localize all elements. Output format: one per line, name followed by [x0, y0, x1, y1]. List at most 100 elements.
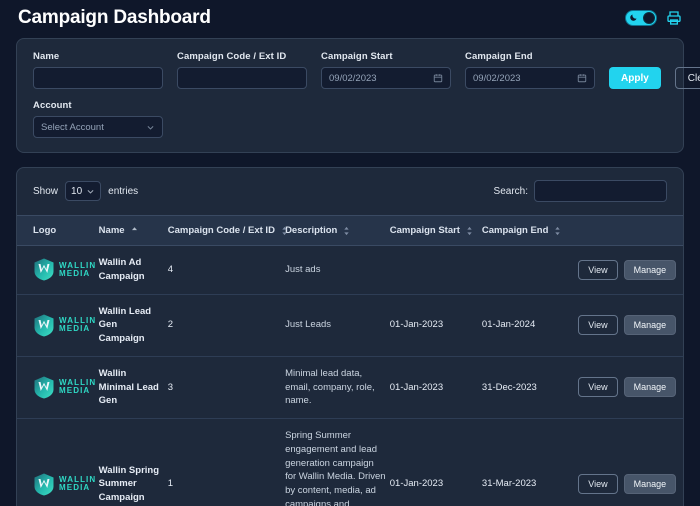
wallin-media-logo-mark [34, 314, 54, 337]
campaign-code-label: Campaign Code / Ext ID [177, 51, 287, 62]
cell-description: Just Leads [285, 294, 390, 357]
calendar-icon [433, 74, 443, 83]
logo-line-2: MEDIA [59, 483, 91, 493]
cell-description: Just ads [285, 245, 390, 295]
moon-icon [630, 14, 637, 21]
table-body: WALLIN MEDIA Wallin Ad Campaign 4 Just ads Vi… [17, 245, 683, 506]
manage-button[interactable]: Manage [623, 315, 677, 336]
sort-both-icon [467, 226, 472, 235]
table-header-row: Logo Name Campaign Code / Ext ID Descrip… [17, 215, 683, 246]
show-label: Show [33, 185, 59, 197]
manage-button[interactable]: Manage [623, 259, 677, 280]
entries-per-page-select[interactable]: 10 [65, 181, 102, 201]
sort-ascending-icon [131, 226, 137, 230]
cell-campaign-code: 4 [167, 245, 286, 295]
search-control: Search: [494, 180, 667, 202]
sort-both-icon [555, 226, 561, 235]
column-label: Campaign Code / Ext ID [167, 225, 275, 236]
campaign-start-input[interactable]: 09/02/2023 [321, 67, 451, 89]
entries-value: 10 [71, 185, 83, 197]
column-header-campaign-end[interactable]: Campaign End [481, 215, 579, 246]
cell-campaign-code: 3 [167, 356, 286, 420]
cell-campaign-code: 2 [167, 294, 286, 357]
cell-logo: WALLIN MEDIA [17, 294, 99, 357]
calendar-icon [577, 74, 587, 83]
cell-campaign-end: 31-Dec-2023 [481, 356, 579, 420]
account-select[interactable]: Select Account [33, 116, 163, 138]
cell-actions: View Manage [578, 419, 683, 506]
column-header-logo[interactable]: Logo [17, 215, 99, 246]
clear-button[interactable]: Clear [674, 67, 700, 89]
search-input[interactable] [534, 180, 667, 202]
logo-line-2: MEDIA [59, 324, 91, 334]
campaign-end-input[interactable]: 09/02/2023 [465, 67, 595, 89]
chevron-down-icon [147, 125, 154, 130]
cell-description: Minimal lead data, email, company, role,… [285, 356, 390, 420]
cell-logo: WALLIN MEDIA [17, 356, 99, 420]
field-campaign-end: Campaign End 09/02/2023 [465, 51, 595, 89]
cell-campaign-name: Wallin Lead Gen Campaign [98, 294, 168, 357]
apply-button[interactable]: Apply [609, 67, 661, 89]
cell-campaign-end [481, 245, 579, 295]
column-header-name[interactable]: Name [98, 215, 168, 246]
campaign-code-input[interactable] [177, 67, 307, 89]
table-row: WALLIN MEDIA Wallin Spring Summer Campaign… [17, 419, 683, 506]
cell-campaign-end: 01-Jan-2024 [481, 294, 579, 357]
column-label: Campaign Start [389, 225, 460, 236]
field-campaign-code: Campaign Code / Ext ID [177, 51, 307, 89]
manage-button[interactable]: Manage [623, 377, 677, 398]
column-label: Description [285, 225, 338, 236]
sort-both-icon [344, 226, 349, 235]
wallin-media-logo: WALLIN MEDIA [33, 258, 95, 281]
campaign-start-value: 09/02/2023 [329, 72, 377, 84]
cell-actions: View Manage [578, 294, 683, 357]
field-name: Name [33, 51, 163, 89]
table-row: WALLIN MEDIA Wallin Minimal Lead Gen 3 Minim… [17, 356, 683, 420]
name-label: Name [33, 51, 60, 62]
manage-button[interactable]: Manage [623, 474, 677, 495]
column-header-campaign-start[interactable]: Campaign Start [389, 215, 482, 246]
cell-campaign-name: Wallin Minimal Lead Gen [98, 356, 168, 420]
name-input[interactable] [33, 67, 163, 89]
wallin-media-logo-mark [34, 376, 54, 399]
search-label: Search: [493, 185, 528, 197]
campaigns-table-panel: Show 10 entries Search: Logo Name Campai… [16, 167, 684, 506]
column-label: Logo [33, 225, 57, 236]
view-button[interactable]: View [578, 315, 618, 336]
cell-campaign-start [389, 245, 482, 295]
column-header-description[interactable]: Description [285, 215, 390, 246]
cell-logo: WALLIN MEDIA [17, 419, 99, 506]
column-label: Name [98, 225, 125, 236]
campaign-start-label: Campaign Start [321, 51, 393, 62]
view-button[interactable]: View [578, 377, 618, 398]
wallin-media-logo-mark [34, 473, 54, 496]
filter-row-primary: Name Campaign Code / Ext ID Campaign Sta… [33, 51, 700, 89]
account-label: Account [33, 100, 72, 111]
logo-line-2: MEDIA [59, 386, 91, 396]
dark-mode-toggle[interactable] [625, 10, 657, 26]
filter-row-secondary: Account Select Account [33, 100, 667, 138]
page-title: Campaign Dashboard [18, 7, 211, 28]
column-header-campaign-code[interactable]: Campaign Code / Ext ID [167, 215, 287, 246]
cell-campaign-code: 1 [167, 478, 174, 490]
toggle-knob [643, 12, 655, 24]
view-button[interactable]: View [578, 474, 618, 495]
sort-both-icon [282, 226, 287, 235]
table-head: Logo Name Campaign Code / Ext ID Descrip… [17, 215, 683, 246]
cell-description: Spring Summer engagement and lead genera… [285, 430, 386, 506]
printer-icon[interactable] [666, 10, 682, 26]
campaign-end-value: 09/02/2023 [473, 72, 521, 84]
cell-campaign-start: 01-Jan-2023 [389, 478, 444, 490]
view-button[interactable]: View [578, 259, 618, 280]
account-selected-value: Select Account [41, 121, 104, 133]
cell-campaign-start: 01-Jan-2023 [389, 356, 482, 420]
campaigns-table: Logo Name Campaign Code / Ext ID Descrip… [17, 215, 683, 506]
chevron-down-icon [87, 189, 94, 194]
column-header-actions [578, 215, 683, 246]
page-header: Campaign Dashboard [0, 0, 700, 38]
table-row: WALLIN MEDIA Wallin Ad Campaign 4 Just ads Vi… [17, 245, 683, 295]
cell-campaign-name: Wallin Ad Campaign [98, 245, 168, 295]
show-entries-control: Show 10 entries [33, 181, 138, 201]
wallin-media-logo: WALLIN MEDIA [33, 473, 95, 496]
cell-campaign-end: 31-Mar-2023 [481, 478, 537, 490]
